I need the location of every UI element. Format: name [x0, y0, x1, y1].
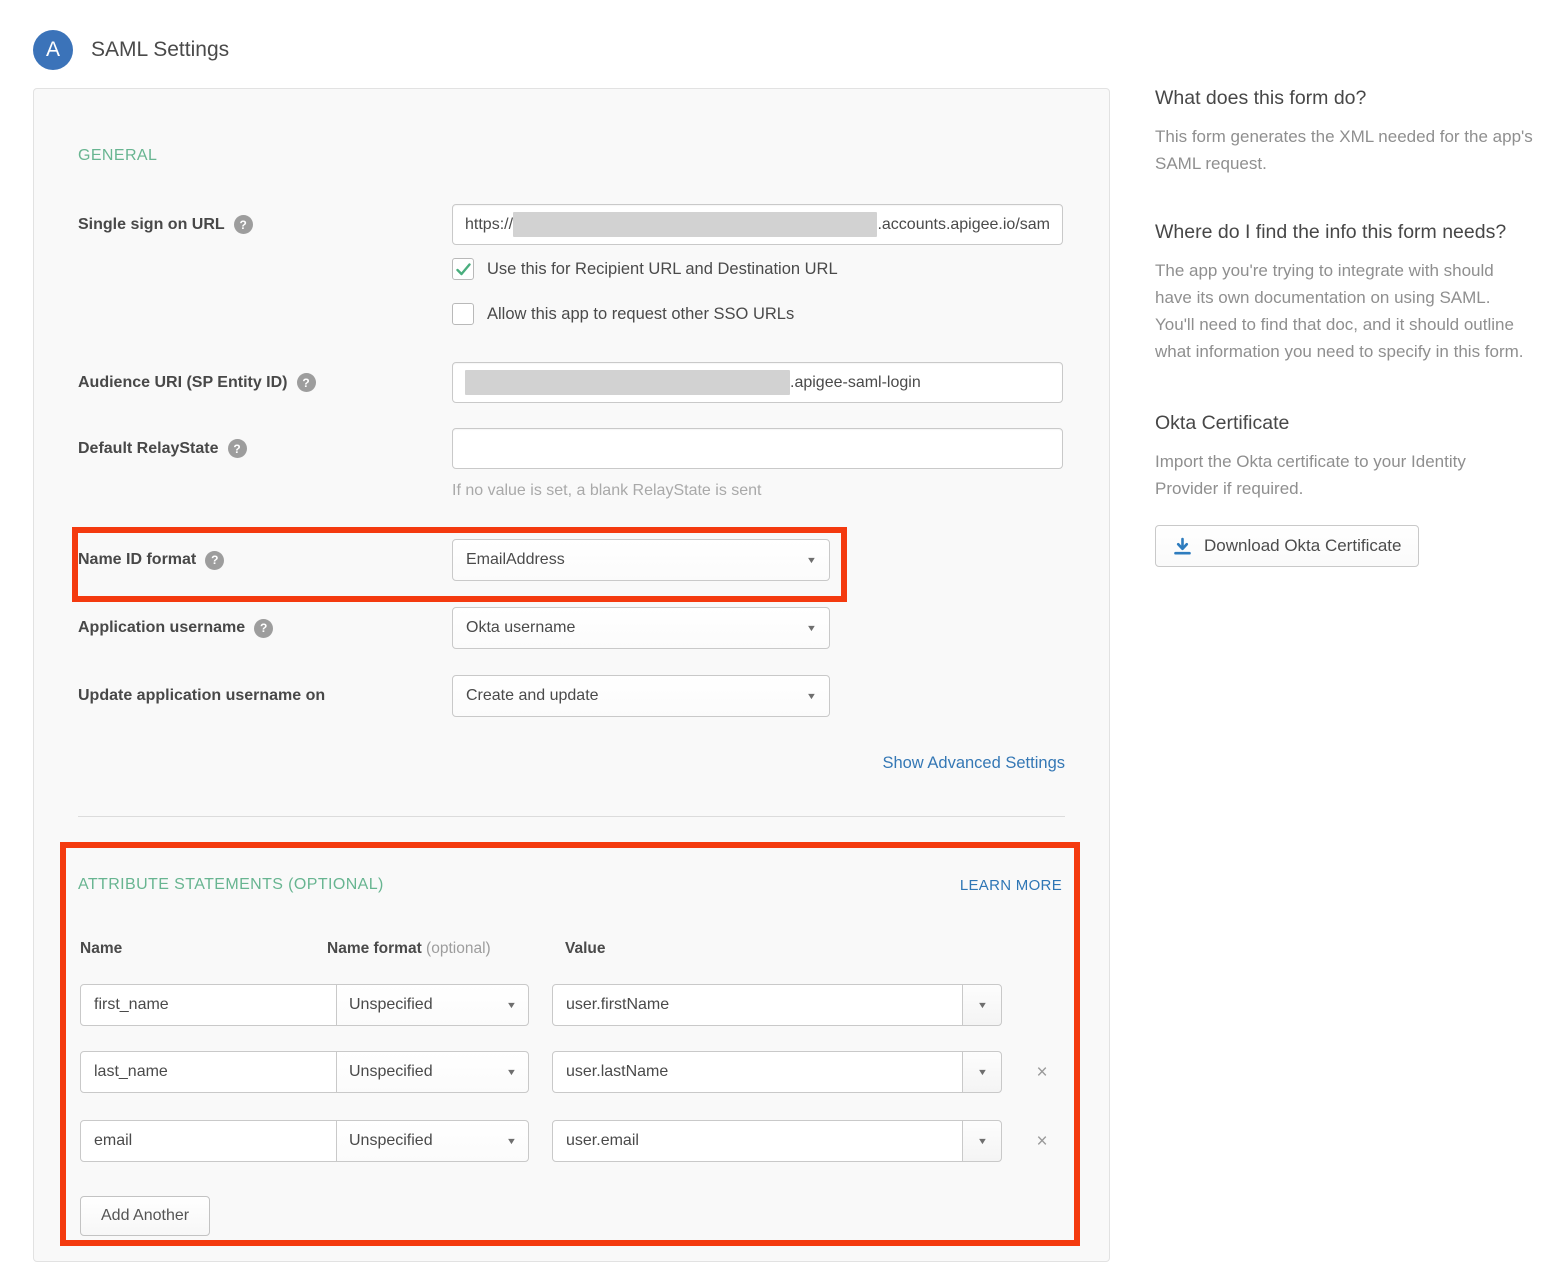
sso-url-suffix: .accounts.apigee.io/sam — [877, 216, 1050, 234]
name-id-format-select[interactable]: EmailAddress ▼ — [452, 539, 830, 581]
attribute-row: email Unspecified ▼ user.email ▼ × — [80, 1120, 1062, 1162]
show-advanced-settings-link[interactable]: Show Advanced Settings — [882, 754, 1065, 772]
name-id-format-row: Name ID format ? EmailAddress ▼ — [78, 539, 841, 581]
attribute-format-select[interactable]: Unspecified ▼ — [336, 1051, 529, 1093]
sidebar-heading-form-purpose: What does this form do? — [1155, 86, 1533, 110]
chevron-down-icon: ▼ — [976, 1000, 987, 1010]
attribute-format-select[interactable]: Unspecified ▼ — [336, 984, 529, 1026]
attribute-name-input[interactable]: first_name — [80, 984, 337, 1026]
help-icon[interactable]: ? — [234, 215, 253, 234]
attribute-value-input[interactable]: user.firstName — [552, 984, 963, 1026]
page-title: SAML Settings — [91, 38, 229, 62]
relay-state-input[interactable] — [452, 428, 1063, 469]
attribute-name-input[interactable]: last_name — [80, 1051, 337, 1093]
update-username-row: Update application username on Create an… — [78, 675, 1065, 717]
relay-state-row: Default RelayState ? — [78, 428, 1065, 469]
sidebar-heading-okta-certificate: Okta Certificate — [1155, 411, 1533, 435]
chevron-down-icon: ▼ — [506, 1000, 517, 1010]
other-sso-checkbox[interactable] — [452, 303, 474, 325]
chevron-down-icon: ▼ — [976, 1136, 987, 1146]
download-okta-certificate-button[interactable]: Download Okta Certificate — [1155, 525, 1419, 567]
help-icon[interactable]: ? — [205, 551, 224, 570]
audience-uri-input[interactable]: .apigee-saml-login — [452, 362, 1063, 403]
remove-attribute-button[interactable]: × — [1032, 1132, 1052, 1151]
attribute-statements-title: ATTRIBUTE STATEMENTS (OPTIONAL) — [78, 876, 384, 894]
attribute-value-dropdown-button[interactable]: ▼ — [962, 1051, 1002, 1093]
help-icon[interactable]: ? — [228, 439, 247, 458]
app-username-label: Application username ? — [78, 619, 452, 638]
attribute-format-select[interactable]: Unspecified ▼ — [336, 1120, 529, 1162]
audience-uri-suffix: .apigee-saml-login — [790, 374, 921, 392]
sso-url-label: Single sign on URL ? — [78, 215, 452, 234]
attribute-value-dropdown-button[interactable]: ▼ — [962, 1120, 1002, 1162]
name-id-format-label: Name ID format ? — [78, 551, 452, 570]
general-section-title: GENERAL — [78, 89, 1065, 165]
chevron-down-icon: ▼ — [806, 555, 817, 565]
sidebar-text-form-purpose: This form generates the XML needed for t… — [1155, 124, 1533, 178]
show-advanced-settings-row: Show Advanced Settings — [78, 754, 1065, 773]
column-header-format: Name format (optional) — [327, 940, 565, 958]
redacted-block — [465, 370, 790, 395]
chevron-down-icon: ▼ — [806, 691, 817, 701]
recipient-url-checkbox-row: Use this for Recipient URL and Destinati… — [452, 258, 1065, 280]
sso-url-row: Single sign on URL ? https:// .accounts.… — [78, 204, 1065, 245]
add-another-button[interactable]: Add Another — [80, 1196, 210, 1236]
attribute-row: first_name Unspecified ▼ user.firstName … — [80, 984, 1062, 1026]
sidebar-text-find-info: The app you're trying to integrate with … — [1155, 258, 1533, 365]
help-icon[interactable]: ? — [297, 373, 316, 392]
remove-attribute-button[interactable]: × — [1032, 1063, 1052, 1082]
learn-more-link[interactable]: LEARN MORE — [960, 877, 1062, 894]
attribute-value-group: user.lastName ▼ — [552, 1051, 1002, 1093]
sidebar-heading-find-info: Where do I find the info this form needs… — [1155, 220, 1533, 244]
attribute-row: last_name Unspecified ▼ user.lastName ▼ … — [80, 1051, 1062, 1093]
attribute-value-group: user.email ▼ — [552, 1120, 1002, 1162]
saml-settings-panel: GENERAL Single sign on URL ? https:// .a… — [33, 88, 1110, 1262]
redacted-block — [513, 212, 877, 237]
check-icon — [456, 263, 471, 276]
step-header: A SAML Settings — [33, 30, 229, 70]
audience-uri-label: Audience URI (SP Entity ID) ? — [78, 373, 452, 392]
name-id-highlight-box: Name ID format ? EmailAddress ▼ — [72, 527, 847, 602]
update-username-select[interactable]: Create and update ▼ — [452, 675, 830, 717]
attribute-statements-header: ATTRIBUTE STATEMENTS (OPTIONAL) LEARN MO… — [78, 876, 1062, 894]
help-sidebar: What does this form do? This form genera… — [1155, 86, 1533, 567]
download-icon — [1173, 537, 1192, 556]
other-sso-checkbox-row: Allow this app to request other SSO URLs — [452, 303, 1065, 325]
audience-uri-row: Audience URI (SP Entity ID) ? .apigee-sa… — [78, 362, 1065, 403]
app-username-select[interactable]: Okta username ▼ — [452, 607, 830, 649]
section-divider — [78, 816, 1065, 817]
attribute-value-group: user.firstName ▼ — [552, 984, 1002, 1026]
sso-url-input[interactable]: https:// .accounts.apigee.io/sam — [452, 204, 1063, 245]
attribute-name-input[interactable]: email — [80, 1120, 337, 1162]
relay-state-hint: If no value is set, a blank RelayState i… — [452, 482, 1065, 500]
sso-url-prefix: https:// — [465, 216, 513, 234]
chevron-down-icon: ▼ — [976, 1067, 987, 1077]
app-username-row: Application username ? Okta username ▼ — [78, 607, 1065, 649]
chevron-down-icon: ▼ — [506, 1067, 517, 1077]
download-okta-certificate-label: Download Okta Certificate — [1204, 536, 1401, 556]
update-username-label: Update application username on — [78, 687, 452, 705]
recipient-url-checkbox-label: Use this for Recipient URL and Destinati… — [487, 260, 838, 279]
step-a-badge: A — [33, 30, 73, 70]
attribute-value-input[interactable]: user.lastName — [552, 1051, 963, 1093]
chevron-down-icon: ▼ — [506, 1136, 517, 1146]
sidebar-text-okta-certificate: Import the Okta certificate to your Iden… — [1155, 449, 1533, 503]
chevron-down-icon: ▼ — [806, 623, 817, 633]
attribute-column-headers: Name Name format (optional) Value — [80, 940, 1062, 958]
attribute-value-input[interactable]: user.email — [552, 1120, 963, 1162]
other-sso-checkbox-label: Allow this app to request other SSO URLs — [487, 305, 794, 324]
attribute-statements-highlight-box: ATTRIBUTE STATEMENTS (OPTIONAL) LEARN MO… — [60, 842, 1080, 1246]
recipient-url-checkbox[interactable] — [452, 258, 474, 280]
help-icon[interactable]: ? — [254, 619, 273, 638]
attribute-value-dropdown-button[interactable]: ▼ — [962, 984, 1002, 1026]
relay-state-label: Default RelayState ? — [78, 439, 452, 458]
column-header-name: Name — [80, 940, 327, 958]
column-header-value: Value — [565, 940, 606, 958]
